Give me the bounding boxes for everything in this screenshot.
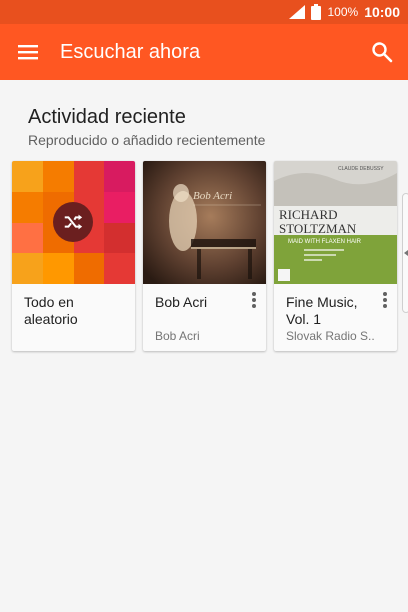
shuffle-icon <box>64 214 83 230</box>
shuffle-all-art <box>12 161 135 284</box>
battery-percentage: 100% <box>327 5 359 19</box>
svg-text:Bob Acri: Bob Acri <box>193 190 232 202</box>
card-title: Todo en aleatorio <box>24 294 78 327</box>
hamburger-menu-icon[interactable] <box>16 40 40 64</box>
status-time: 10:00 <box>364 4 400 20</box>
card-bob-acri[interactable]: Bob Acri Bob Acri Bob Acri <box>143 161 266 351</box>
page-title: Escuchar ahora <box>60 41 201 63</box>
more-vert-icon[interactable] <box>379 291 391 309</box>
app-bar: Escuchar ahora <box>0 24 408 80</box>
card-title: Bob Acri <box>155 294 208 310</box>
card-fine-music[interactable]: CLAUDE DEBUSSY RICHARD STOLTZMAN MAID WI… <box>274 161 397 351</box>
art-name1-text: RICHARD <box>279 207 338 222</box>
signal-icon <box>289 5 306 19</box>
status-icons: 100% 10:00 <box>289 0 400 24</box>
shuffle-button[interactable] <box>53 202 93 242</box>
art-name2-text: STOLTZMAN <box>279 221 357 236</box>
battery-icon <box>311 4 322 20</box>
section-subtitle: Reproducido o añadido recientemente <box>28 132 266 148</box>
card-shuffle-all[interactable]: Todo en aleatorio <box>12 161 135 351</box>
bob-acri-album-art: Bob Acri <box>143 161 266 284</box>
more-vert-icon[interactable] <box>248 291 260 309</box>
status-bar: 100% 10:00 <box>0 0 408 24</box>
chevron-left-icon <box>404 250 408 256</box>
search-icon[interactable] <box>370 40 394 64</box>
fine-music-album-art: CLAUDE DEBUSSY RICHARD STOLTZMAN MAID WI… <box>274 161 397 284</box>
section-title: Actividad reciente <box>28 106 186 128</box>
card-subtitle: Bob Acri <box>155 329 200 343</box>
card-title: Fine Music, Vol. 1 <box>286 294 358 327</box>
card-subtitle: Slovak Radio S.. <box>286 329 375 343</box>
art-top-text: CLAUDE DEBUSSY <box>338 166 384 172</box>
art-band-text: MAID WITH FLAXEN HAIR <box>288 239 362 245</box>
